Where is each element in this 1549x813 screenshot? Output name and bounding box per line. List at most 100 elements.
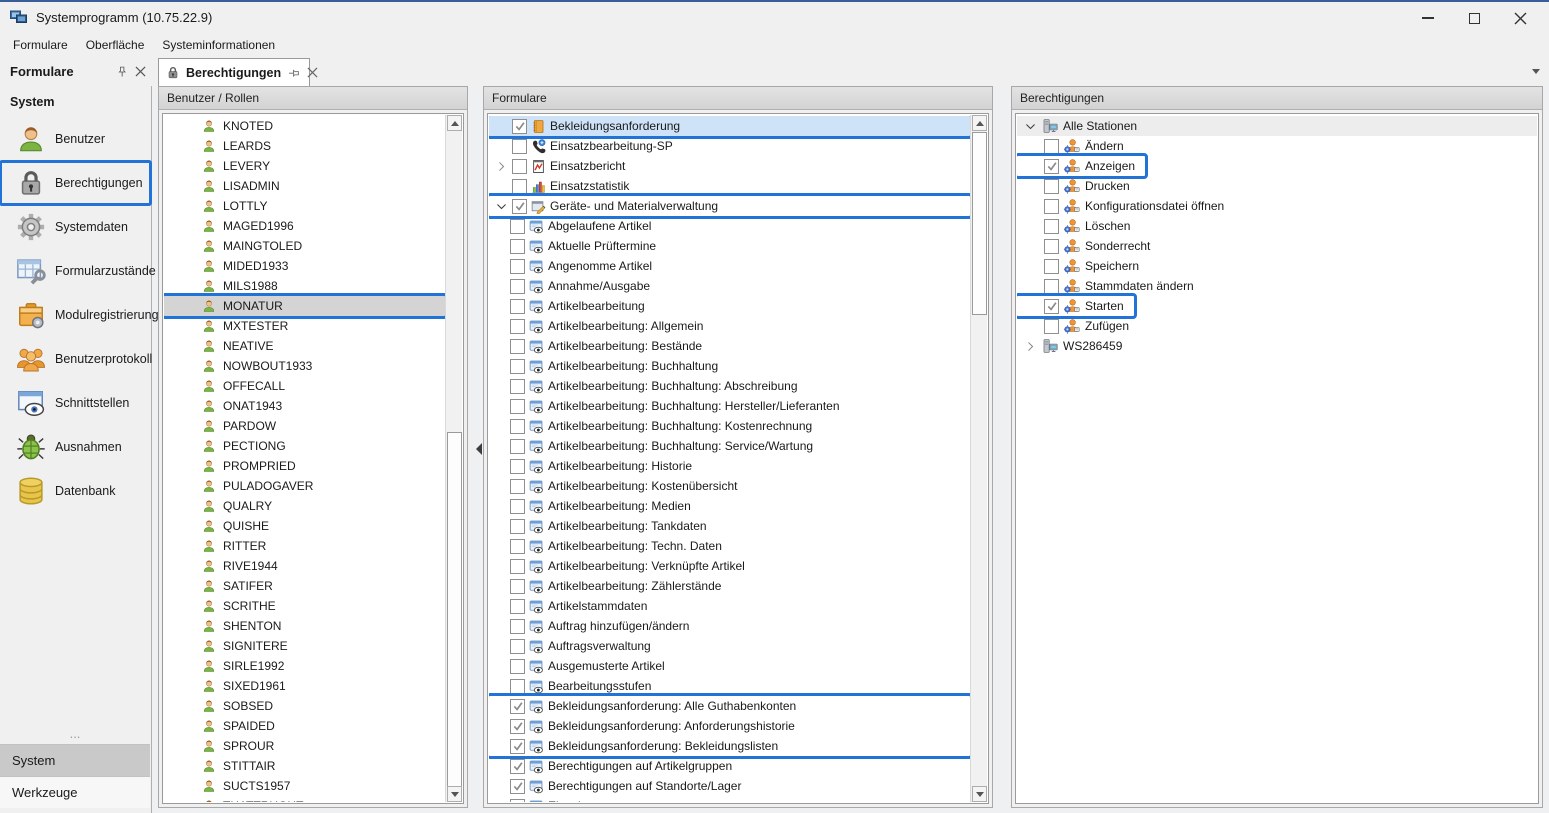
form-tree-item-artikelbearbeitung-bestände[interactable]: Artikelbearbeitung: Bestände	[489, 336, 970, 356]
sidebar-item-formularzustände[interactable]: Formularzustände	[0, 249, 151, 293]
checkbox[interactable]	[510, 479, 525, 494]
form-tree-item-auftragsverwaltung[interactable]: Auftragsverwaltung	[489, 636, 970, 656]
form-tree-item-berechtigungen-auf-standorte-lager[interactable]: Berechtigungen auf Standorte/Lager	[489, 776, 970, 796]
checkbox[interactable]	[1044, 279, 1059, 294]
scrollbar-up-button[interactable]	[447, 115, 462, 131]
maximize-button[interactable]	[1451, 5, 1497, 31]
sidebar-item-ausnahmen[interactable]: Ausnahmen	[0, 425, 151, 469]
user-row-maged1996[interactable]: MAGED1996	[164, 216, 445, 236]
expander-collapsed-icon[interactable]	[494, 159, 508, 173]
form-tree-item-artikelbearbeitung-buchhaltung[interactable]: Artikelbearbeitung: Buchhaltung	[489, 356, 970, 376]
user-row-onat1943[interactable]: ONAT1943	[164, 396, 445, 416]
user-row-quishe[interactable]: QUISHE	[164, 516, 445, 536]
expander-expanded-icon[interactable]	[494, 199, 508, 213]
permission-item-konfigurationsdatei-öffnen[interactable]: Konfigurationsdatei öffnen	[1017, 196, 1537, 216]
user-row-mided1933[interactable]: MIDED1933	[164, 256, 445, 276]
user-row-prompried[interactable]: PROMPRIED	[164, 456, 445, 476]
permission-item-stammdaten-ändern[interactable]: Stammdaten ändern	[1017, 276, 1537, 296]
station-item-alle-stationen[interactable]: Alle Stationen	[1017, 116, 1537, 136]
form-tree-item-geräte-und-materialverwaltung[interactable]: Geräte- und Materialverwaltung	[489, 196, 970, 216]
permission-item-sonderrecht[interactable]: Sonderrecht	[1017, 236, 1537, 256]
form-tree-item-artikelbearbeitung-buchhaltung-service-wartung[interactable]: Artikelbearbeitung: Buchhaltung: Service…	[489, 436, 970, 456]
sidebar-item-datenbank[interactable]: Datenbank	[0, 469, 151, 513]
permission-item-ändern[interactable]: Ändern	[1017, 136, 1537, 156]
user-row-lisadmin[interactable]: LISADMIN	[164, 176, 445, 196]
permission-item-anzeigen[interactable]: Anzeigen	[1017, 156, 1145, 176]
scrollbar-down-button[interactable]	[972, 786, 987, 802]
form-tree-item-artikelbearbeitung-tankdaten[interactable]: Artikelbearbeitung: Tankdaten	[489, 516, 970, 536]
user-row-shenton[interactable]: SHENTON	[164, 616, 445, 636]
checkbox[interactable]	[510, 379, 525, 394]
checkbox[interactable]	[510, 519, 525, 534]
user-row-qualry[interactable]: QUALRY	[164, 496, 445, 516]
form-tree-item-berechtigungen-auf-artikelgruppen[interactable]: Berechtigungen auf Artikelgruppen	[489, 756, 970, 776]
permission-item-löschen[interactable]: Löschen	[1017, 216, 1537, 236]
checkbox[interactable]	[510, 239, 525, 254]
forms-scrollbar[interactable]	[970, 115, 987, 802]
user-row-pectiong[interactable]: PECTIONG	[164, 436, 445, 456]
user-row-ritter[interactable]: RITTER	[164, 536, 445, 556]
checkbox[interactable]	[510, 499, 525, 514]
user-row-pardow[interactable]: PARDOW	[164, 416, 445, 436]
close-button[interactable]	[1497, 5, 1543, 31]
splitter-collapse-arrow-icon[interactable]	[470, 443, 482, 455]
checkbox[interactable]	[510, 659, 525, 674]
checkbox[interactable]	[1044, 159, 1059, 174]
checkbox[interactable]	[510, 219, 525, 234]
form-tree-item-artikelbearbeitung-verknüpfte-artikel[interactable]: Artikelbearbeitung: Verknüpfte Artikel	[489, 556, 970, 576]
form-tree-item-artikelbearbeitung-zählerstände[interactable]: Artikelbearbeitung: Zählerstände	[489, 576, 970, 596]
tab-berechtigungen[interactable]: Berechtigungen	[158, 58, 310, 86]
menu-oberflaeche[interactable]: Oberfläche	[77, 35, 154, 55]
permission-item-zufügen[interactable]: Zufügen	[1017, 316, 1537, 336]
form-tree-item-bekleidungsanforderung-alle-guthabenkonten[interactable]: Bekleidungsanforderung: Alle Guthabenkon…	[489, 696, 970, 716]
user-row-stittair[interactable]: STITTAIR	[164, 756, 445, 776]
checkbox[interactable]	[510, 719, 525, 734]
footer-tab-werkzeuge[interactable]: Werkzeuge	[0, 776, 150, 808]
checkbox[interactable]	[510, 279, 525, 294]
scrollbar-up-button[interactable]	[972, 115, 987, 131]
checkbox[interactable]	[1044, 319, 1059, 334]
user-row-sprour[interactable]: SPROUR	[164, 736, 445, 756]
user-row-satifer[interactable]: SATIFER	[164, 576, 445, 596]
form-tree-item-einzelwartung[interactable]: Einzelwartung	[489, 796, 970, 802]
form-tree-item-einsatzbericht[interactable]: Einsatzbericht	[489, 156, 970, 176]
form-tree-item-aktuelle-prüftermine[interactable]: Aktuelle Prüftermine	[489, 236, 970, 256]
pin-icon[interactable]	[116, 66, 128, 78]
form-tree-item-bearbeitungsstufen[interactable]: Bearbeitungsstufen	[489, 676, 970, 696]
form-tree-item-bekleidungsanforderung[interactable]: Bekleidungsanforderung	[489, 116, 970, 136]
user-row-maingtoled[interactable]: MAINGTOLED	[164, 236, 445, 256]
checkbox[interactable]	[510, 579, 525, 594]
scrollbar-down-button[interactable]	[447, 786, 462, 802]
form-tree-item-artikelbearbeitung-medien[interactable]: Artikelbearbeitung: Medien	[489, 496, 970, 516]
checkbox[interactable]	[510, 459, 525, 474]
user-row-neative[interactable]: NEATIVE	[164, 336, 445, 356]
form-tree-item-artikelbearbeitung-buchhaltung-abschreibung[interactable]: Artikelbearbeitung: Buchhaltung: Abschre…	[489, 376, 970, 396]
user-row-signitere[interactable]: SIGNITERE	[164, 636, 445, 656]
form-tree-item-einsatzstatistik[interactable]: Einsatzstatistik	[489, 176, 970, 196]
checkbox[interactable]	[510, 639, 525, 654]
permission-item-starten[interactable]: Starten	[1017, 296, 1134, 316]
close-icon[interactable]	[135, 66, 146, 77]
users-scrollbar[interactable]	[445, 115, 462, 802]
checkbox[interactable]	[510, 299, 525, 314]
checkbox[interactable]	[510, 359, 525, 374]
form-tree-item-artikelbearbeitung[interactable]: Artikelbearbeitung	[489, 296, 970, 316]
checkbox[interactable]	[512, 139, 527, 154]
checkbox[interactable]	[510, 259, 525, 274]
user-row-sirle1992[interactable]: SIRLE1992	[164, 656, 445, 676]
user-row-offecall[interactable]: OFFECALL	[164, 376, 445, 396]
checkbox[interactable]	[1044, 239, 1059, 254]
checkbox[interactable]	[510, 739, 525, 754]
station-item-ws286459[interactable]: WS286459	[1017, 336, 1537, 356]
sidebar-item-benutzerprotokoll[interactable]: Benutzerprotokoll	[0, 337, 151, 381]
pin-icon[interactable]	[287, 67, 300, 79]
menu-systeminformationen[interactable]: Systeminformationen	[153, 35, 284, 55]
close-icon[interactable]	[307, 67, 318, 78]
form-tree-item-artikelbearbeitung-buchhaltung-hersteller-lieferanten[interactable]: Artikelbearbeitung: Buchhaltung: Herstel…	[489, 396, 970, 416]
form-tree-item-artikelbearbeitung-kostenübersicht[interactable]: Artikelbearbeitung: Kostenübersicht	[489, 476, 970, 496]
form-tree-item-abgelaufene-artikel[interactable]: Abgelaufene Artikel	[489, 216, 970, 236]
form-tree-item-artikelstammdaten[interactable]: Artikelstammdaten	[489, 596, 970, 616]
checkbox[interactable]	[1044, 299, 1059, 314]
checkbox[interactable]	[510, 619, 525, 634]
checkbox[interactable]	[510, 779, 525, 794]
